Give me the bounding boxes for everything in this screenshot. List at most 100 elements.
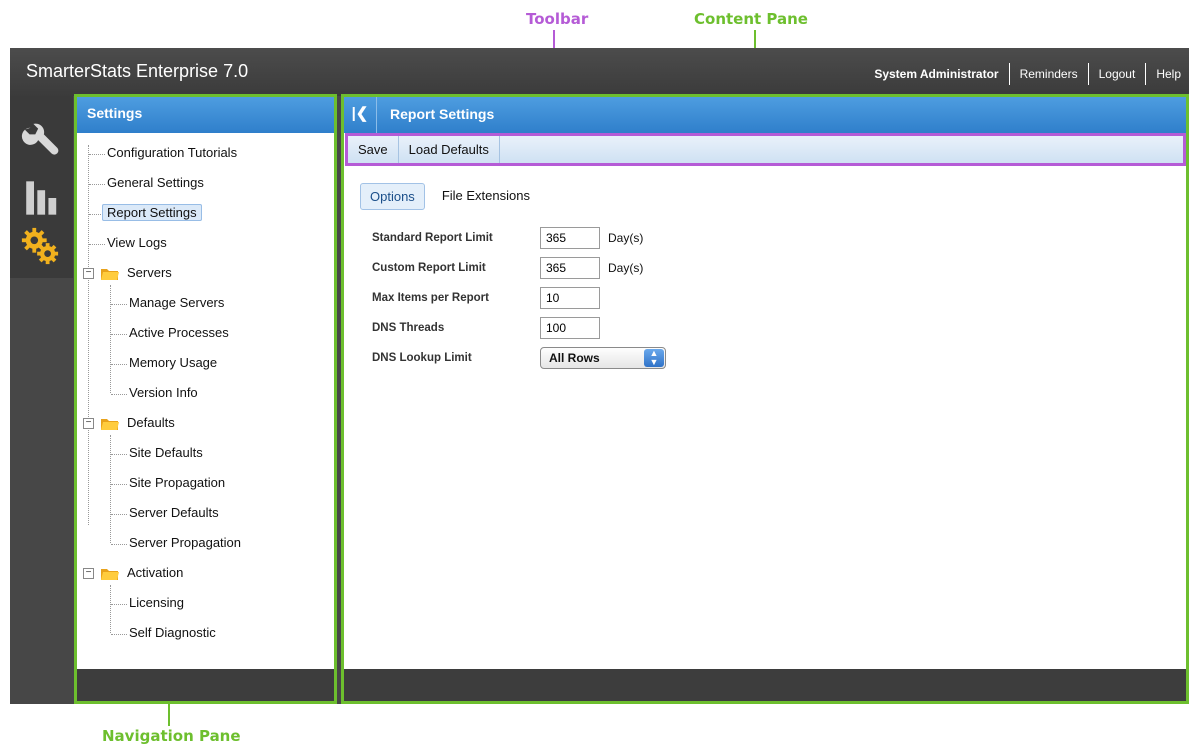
nav-item-version-info[interactable]: Version Info [129,383,198,403]
nav-item-label: Server Propagation [129,535,242,550]
collapse-servers-button[interactable]: − [83,268,94,279]
nav-item-label: Self Diagnostic [129,625,216,640]
tree-connector [111,304,127,305]
top-nav-separator [1008,63,1010,85]
wrench-icon[interactable] [21,122,61,162]
nav-footer [77,669,334,701]
nav-item-manage-servers[interactable]: Manage Servers [129,293,224,313]
logout-link[interactable]: Logout [1099,67,1136,81]
nav-item-label: Licensing [129,595,184,610]
dns-lookup-label: DNS Lookup Limit [372,352,472,364]
reminders-link[interactable]: Reminders [1020,67,1078,81]
nav-item-label: Report Settings [102,204,202,221]
toolbar-annotation: Toolbar [526,10,589,28]
select-arrows-icon: ▲ ▼ [644,349,664,367]
nav-item-memory-usage[interactable]: Memory Usage [129,353,217,373]
tree-guide [110,435,111,543]
dns-lookup-select[interactable]: All Rows ▲ ▼ [540,347,666,369]
nav-item-server-defaults[interactable]: Server Defaults [129,503,219,523]
standard-report-limit-label: Standard Report Limit [372,232,493,244]
nav-item-active-processes[interactable]: Active Processes [129,323,229,343]
load-defaults-button[interactable]: Load Defaults [399,136,500,163]
tree-connector [111,454,127,455]
collapse-activation-button[interactable]: − [83,568,94,579]
collapse-nav-button[interactable]: |❮ [344,97,377,133]
nav-item-label: Servers [127,265,172,280]
nav-item-label: View Logs [107,235,167,250]
nav-item-defaults[interactable]: Defaults [127,413,175,433]
tree-connector [89,184,105,185]
nav-header: Settings [77,97,334,133]
nav-item-label: Manage Servers [129,295,225,310]
nav-item-site-propagation[interactable]: Site Propagation [129,473,225,493]
standard-report-limit-row: Standard Report Limit Day(s) [372,227,643,249]
collapse-defaults-button[interactable]: − [83,418,94,429]
toolbar: Save Load Defaults [345,133,1186,166]
tree-connector [89,244,105,245]
app-title: SmarterStats Enterprise 7.0 [26,61,249,81]
folder-icon [101,269,119,280]
nav-item-label: Memory Usage [129,355,218,370]
gear-icon[interactable] [20,226,60,266]
max-items-input[interactable] [540,287,600,309]
nav-item-label: Version Info [129,385,198,400]
nav-item-label: Configuration Tutorials [107,145,238,160]
standard-report-limit-input[interactable] [540,227,600,249]
top-nav-separator [1087,63,1089,85]
nav-item-label: Server Defaults [129,505,219,520]
help-link[interactable]: Help [1156,67,1181,81]
tree-guide [88,145,89,525]
tab-bar: Options File Extensions [360,183,547,210]
custom-report-limit-label: Custom Report Limit [372,262,486,274]
folder-icon [101,569,119,580]
tree-guide [110,585,111,633]
max-items-label: Max Items per Report [372,292,489,304]
tree-connector [111,544,127,545]
folder-icon [101,419,119,430]
max-items-row: Max Items per Report [372,287,600,309]
stats-icon[interactable] [24,178,64,218]
dns-lookup-row: DNS Lookup Limit All Rows ▲ ▼ [372,347,666,369]
content-pane-annotation: Content Pane [694,10,808,28]
content-pane: |❮ Report Settings Save Load Defaults Op… [341,94,1189,704]
top-nav-separator [1145,63,1147,85]
user-name[interactable]: System Administrator [874,67,998,81]
tree-connector [111,334,127,335]
page-title: Report Settings [390,106,495,122]
nav-item-report-settings[interactable]: Report Settings [102,203,202,223]
dns-threads-label: DNS Threads [372,322,445,334]
nav-item-label: Defaults [127,415,175,430]
nav-item-site-defaults[interactable]: Site Defaults [129,443,203,463]
tree-connector [111,514,127,515]
save-button[interactable]: Save [348,136,399,163]
dns-threads-row: DNS Threads [372,317,600,339]
nav-item-view-logs[interactable]: View Logs [107,233,167,253]
nav-item-label: Active Processes [129,325,229,340]
tree-connector [111,364,127,365]
navigation-pane-annotation-line [168,702,170,726]
content-footer [344,669,1186,701]
dns-threads-input[interactable] [540,317,600,339]
standard-report-limit-unit: Day(s) [608,231,644,245]
custom-report-limit-unit: Day(s) [608,261,644,275]
nav-item-self-diagnostic[interactable]: Self Diagnostic [129,623,216,643]
tree-guide [110,285,111,393]
tab-options[interactable]: Options [360,183,425,210]
tree-connector [89,214,101,215]
nav-item-servers[interactable]: Servers [127,263,172,283]
nav-item-general-settings[interactable]: General Settings [107,173,204,193]
custom-report-limit-row: Custom Report Limit Day(s) [372,257,643,279]
nav-item-configuration-tutorials[interactable]: Configuration Tutorials [107,143,237,163]
title-bar: SmarterStats Enterprise 7.0 System Admin… [10,48,1189,96]
nav-item-label: General Settings [107,175,204,190]
nav-item-licensing[interactable]: Licensing [129,593,184,613]
custom-report-limit-input[interactable] [540,257,600,279]
tab-file-extensions[interactable]: File Extensions [433,183,539,210]
nav-item-server-propagation[interactable]: Server Propagation [129,533,241,553]
nav-item-label: Site Defaults [129,445,203,460]
tree-connector [111,604,127,605]
tree-connector [89,154,105,155]
tree-connector [111,394,127,395]
nav-item-activation[interactable]: Activation [127,563,183,583]
content-header: |❮ Report Settings [344,97,1186,133]
